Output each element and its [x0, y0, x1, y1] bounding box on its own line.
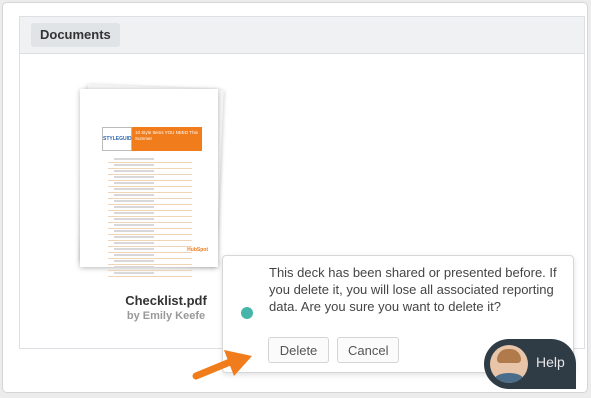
avatar	[490, 345, 528, 383]
status-dot-icon	[241, 307, 253, 319]
document-title[interactable]: Checklist.pdf	[96, 293, 236, 308]
help-label: Help	[536, 354, 565, 370]
thumbnail-logo: STYLEGUIDE	[102, 127, 135, 151]
document-thumbnail[interactable]: STYLEGUIDE 10 Style Items YOU NEED This …	[80, 89, 218, 277]
thumbnail-banner: 10 Style Items YOU NEED This Summer	[132, 127, 202, 151]
thumbnail-footer-logo: HubSpot	[187, 247, 208, 253]
confirm-message: This deck has been shared or presented b…	[269, 265, 557, 314]
thumbnail-checklist	[108, 157, 192, 277]
help-widget[interactable]: Help	[484, 339, 576, 389]
document-author: by Emily Keefe	[126, 310, 206, 322]
thumbnail-header: STYLEGUIDE 10 Style Items YOU NEED This …	[102, 127, 202, 151]
document-card[interactable]: STYLEGUIDE 10 Style Items YOU NEED This …	[80, 84, 224, 277]
delete-button[interactable]: Delete	[268, 337, 329, 363]
panel-header: Documents	[20, 17, 584, 54]
cancel-button[interactable]: Cancel	[337, 337, 399, 363]
pointer-arrow-icon	[192, 350, 252, 380]
tab-documents[interactable]: Documents	[31, 23, 120, 47]
